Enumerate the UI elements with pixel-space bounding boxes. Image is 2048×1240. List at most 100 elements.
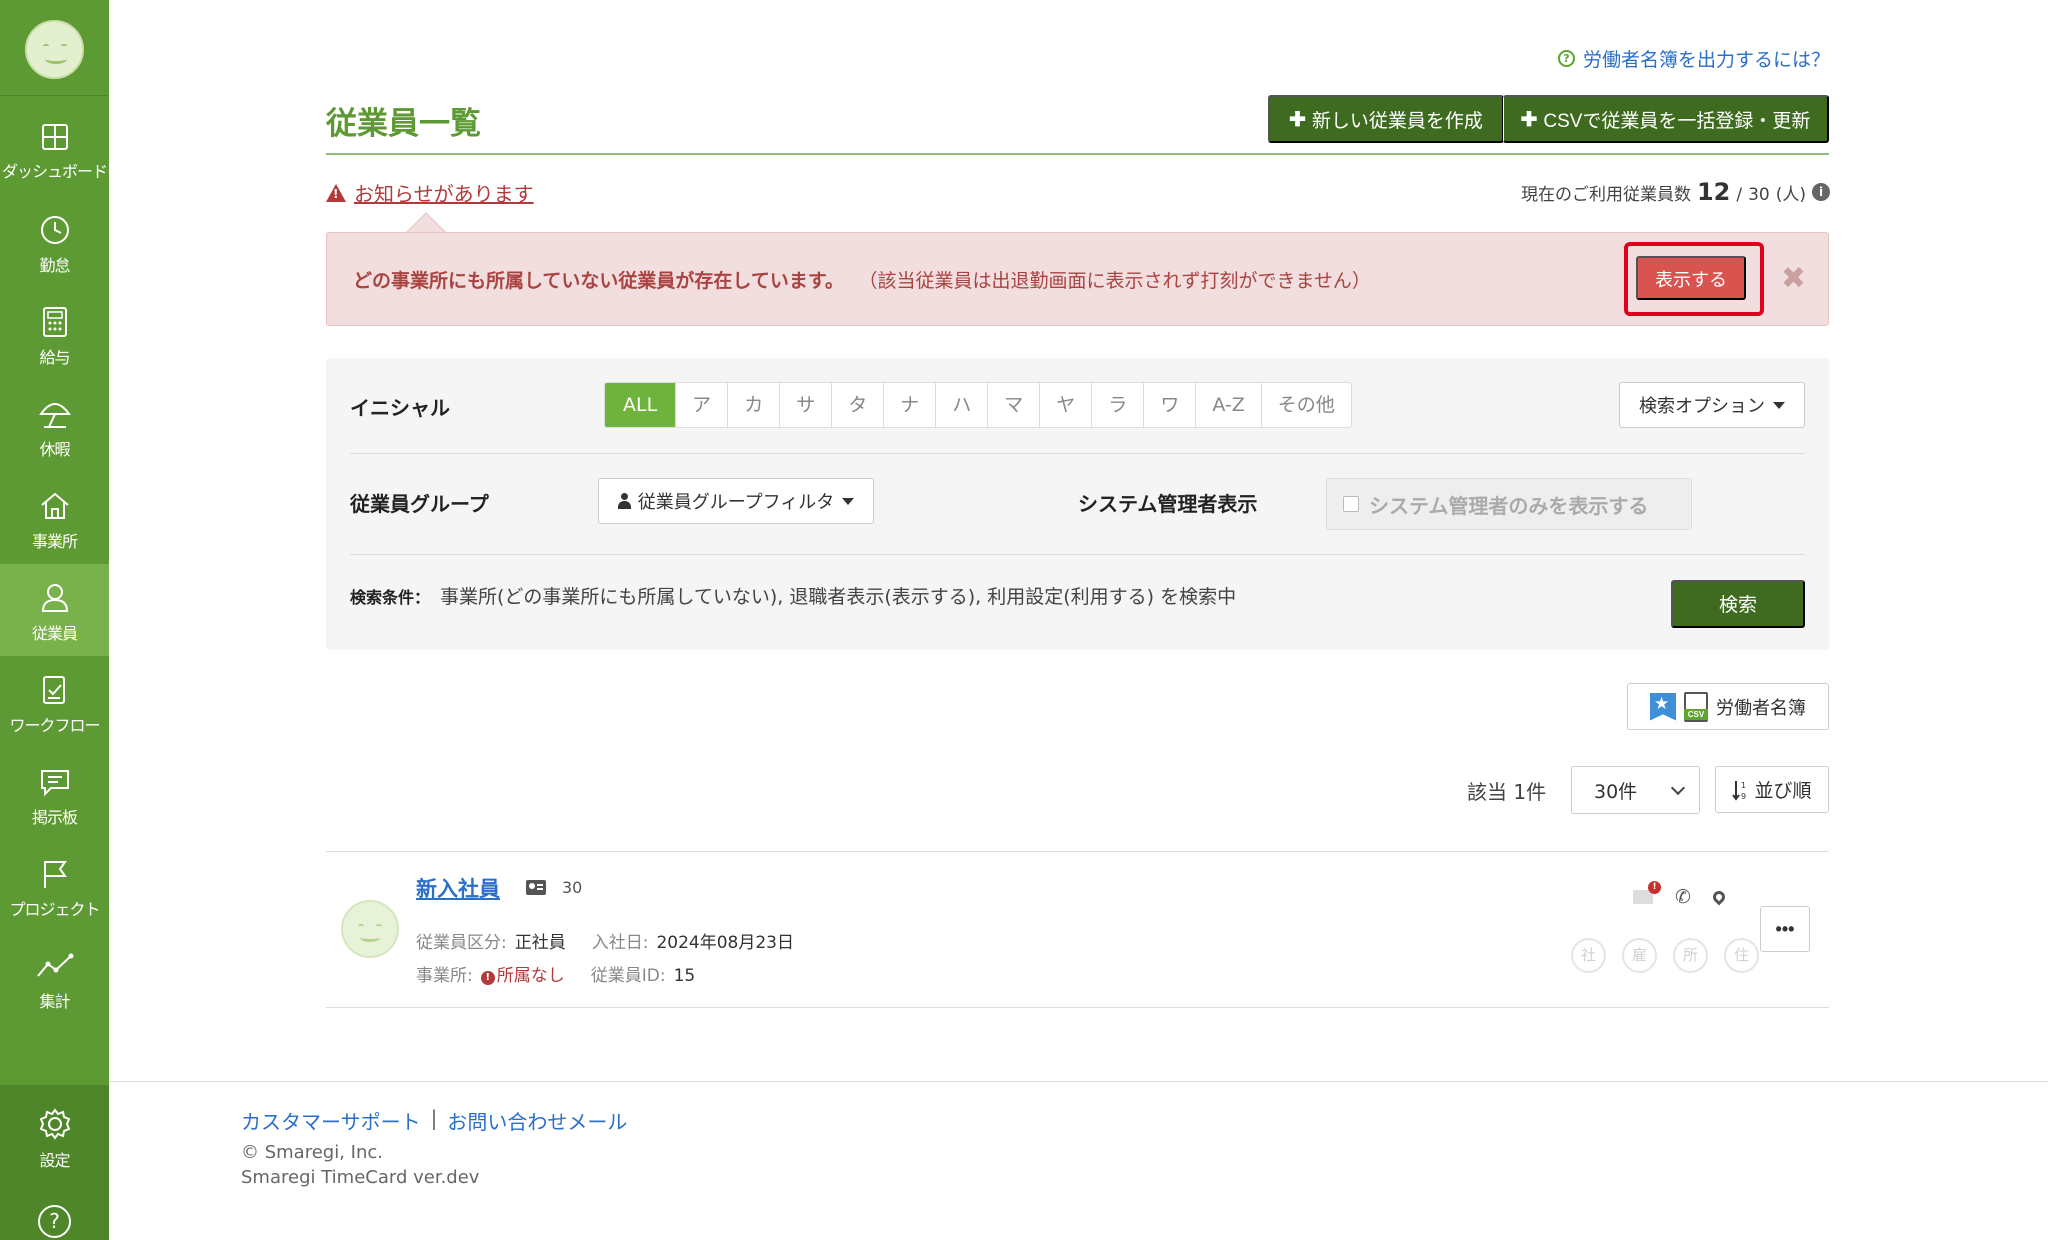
contact-mail-link[interactable]: お問い合わせメール: [447, 1106, 627, 1135]
employee-name-link[interactable]: 新入社員: [416, 873, 500, 903]
id-value: 15: [673, 966, 696, 986]
initial-filter: ALL ア カ サ タ ナ ハ マ ヤ ラ ワ A-Z その他: [604, 382, 1352, 428]
sidebar-item-reports[interactable]: 集計: [0, 932, 109, 1024]
roster-label: 労働者名簿: [1716, 697, 1806, 718]
notice-text: お知らせがあります: [354, 182, 534, 206]
filter-panel: イニシャル ALL ア カ サ タ ナ ハ マ ヤ ラ ワ A-Z その他 検索…: [326, 358, 1829, 650]
roster-help-link[interactable]: ? 労働者名簿を出力するには？: [1557, 45, 1830, 72]
dashboard-icon: [41, 124, 68, 150]
footer-separator: |: [430, 1106, 438, 1130]
sidebar-item-board[interactable]: 掲示板: [0, 748, 109, 840]
id-label: 従業員ID:: [590, 966, 666, 986]
plus-icon: ✚: [1289, 108, 1306, 131]
caret-down-icon: [1773, 401, 1785, 409]
usage-max: 30: [1748, 185, 1770, 205]
group-filter-dropdown[interactable]: 従業員グループフィルタ: [598, 478, 874, 524]
initial-ra[interactable]: ラ: [1092, 383, 1145, 427]
group-label: 従業員グループ: [350, 492, 489, 516]
location-pin-icon[interactable]: [1710, 888, 1728, 906]
search-options-dropdown[interactable]: 検索オプション: [1619, 382, 1805, 428]
sidebar-item-project[interactable]: プロジェクト: [0, 840, 109, 932]
initial-ka[interactable]: カ: [728, 383, 781, 427]
person-icon: [41, 584, 68, 612]
initial-other[interactable]: その他: [1262, 383, 1351, 427]
search-button[interactable]: 検索: [1671, 580, 1805, 628]
flag-icon: [43, 861, 67, 888]
notice-link[interactable]: お知らせがあります: [326, 178, 534, 207]
result-count: 該当 1件: [1467, 780, 1547, 804]
initial-ma[interactable]: マ: [988, 383, 1041, 427]
sidebar-divider: [0, 95, 109, 96]
office-value-text: 所属なし: [496, 966, 565, 986]
usage-count: 現在のご利用従業員数 12 / 30 (人) i: [1521, 178, 1830, 206]
chevron-down-icon: [1670, 780, 1686, 796]
sidebar-item-settings[interactable]: 設定: [0, 1089, 109, 1181]
per-page-value: 30件: [1594, 780, 1638, 803]
svg-text:9: 9: [1741, 792, 1746, 801]
csv-file-icon: [1684, 691, 1708, 722]
id-card-icon: [526, 880, 546, 895]
sidebar-item-dashboard[interactable]: ダッシュボード: [0, 104, 109, 196]
page-title: 従業員一覧: [326, 106, 481, 142]
sidebar-item-label: 事業所: [31, 532, 78, 551]
checklist-icon: [42, 676, 65, 704]
customer-support-link[interactable]: カスタマーサポート: [241, 1106, 421, 1135]
sidebar-item-label: 勤怠: [39, 256, 70, 275]
type-label: 従業員区分:: [416, 933, 507, 953]
sidebar-item-employees[interactable]: 従業員: [0, 564, 109, 656]
usage-current: 12: [1696, 178, 1731, 206]
new-employee-button[interactable]: ✚ 新しい従業員を作成: [1268, 95, 1504, 143]
initial-sa[interactable]: サ: [780, 383, 833, 427]
initial-label: イニシャル: [350, 396, 450, 420]
initial-ta[interactable]: タ: [832, 383, 885, 427]
admin-check-label: システム管理者のみを表示する: [1369, 493, 1649, 518]
sidebar-item-attendance[interactable]: 勤怠: [0, 196, 109, 288]
close-icon[interactable]: ✖: [1781, 261, 1806, 296]
sort-button[interactable]: 19 並び順: [1715, 766, 1829, 813]
initial-a[interactable]: ア: [676, 383, 729, 427]
usage-sep: /: [1736, 185, 1743, 205]
mail-icon[interactable]: !: [1633, 881, 1661, 904]
sidebar-item-label: 給与: [39, 348, 70, 367]
logo-eye: [61, 44, 67, 48]
sidebar-item-office[interactable]: 事業所: [0, 472, 109, 564]
list-divider: [326, 851, 1829, 852]
help-icon[interactable]: ?: [38, 1205, 71, 1238]
initial-ha[interactable]: ハ: [936, 383, 989, 427]
plus-icon: ✚: [1520, 108, 1538, 131]
sidebar-item-leave[interactable]: 休暇: [0, 380, 109, 472]
sidebar-item-payroll[interactable]: 給与: [0, 288, 109, 380]
per-page-select[interactable]: 30件: [1571, 766, 1700, 814]
show-button[interactable]: 表示する: [1636, 256, 1746, 300]
initial-all[interactable]: ALL: [605, 383, 677, 427]
home-icon: [40, 492, 69, 519]
office-value: ! 所属なし: [480, 966, 565, 986]
sidebar-item-label: プロジェクト: [9, 900, 100, 919]
initial-ya[interactable]: ヤ: [1040, 383, 1093, 427]
logo[interactable]: [25, 20, 84, 79]
csv-import-button[interactable]: ✚ CSVで従業員を一括登録・更新: [1503, 95, 1829, 143]
initial-na[interactable]: ナ: [884, 383, 937, 427]
sidebar-item-workflow[interactable]: ワークフロー: [0, 656, 109, 748]
search-conditions: 検索条件： 事業所(どの事業所にも所属していない), 退職者表示(表示する), 利…: [350, 582, 1236, 609]
sidebar-item-label: ワークフロー: [9, 716, 100, 735]
search-options-label: 検索オプション: [1639, 396, 1765, 416]
phone-icon[interactable]: ✆: [1675, 886, 1691, 908]
roster-button[interactable]: 労働者名簿: [1627, 683, 1829, 730]
more-actions-button[interactable]: •••: [1760, 906, 1810, 952]
status-circle-office: 所: [1673, 938, 1708, 973]
list-divider: [326, 1007, 1829, 1008]
initial-az[interactable]: A-Z: [1196, 383, 1262, 427]
sort-icon: 19: [1732, 780, 1747, 801]
footer-divider: [109, 1081, 2048, 1082]
type-value: 正社員: [514, 933, 566, 953]
initial-wa[interactable]: ワ: [1144, 383, 1197, 427]
clock-icon: [40, 216, 69, 244]
admin-only-checkbox[interactable]: システム管理者のみを表示する: [1326, 478, 1692, 530]
admin-label: システム管理者表示: [1078, 492, 1258, 516]
document-status-icons: 社 雇 所 住: [1571, 938, 1759, 973]
info-icon[interactable]: i: [1812, 183, 1830, 201]
cond-text: 事業所(どの事業所にも所属していない), 退職者表示(表示する), 利用設定(利…: [440, 586, 1237, 608]
sidebar: ダッシュボード 勤怠 給与 休暇 事業所 従業員 ワークフロー 掲示板 プロジェ…: [0, 0, 109, 1240]
sidebar-item-label: 掲示板: [31, 808, 78, 827]
